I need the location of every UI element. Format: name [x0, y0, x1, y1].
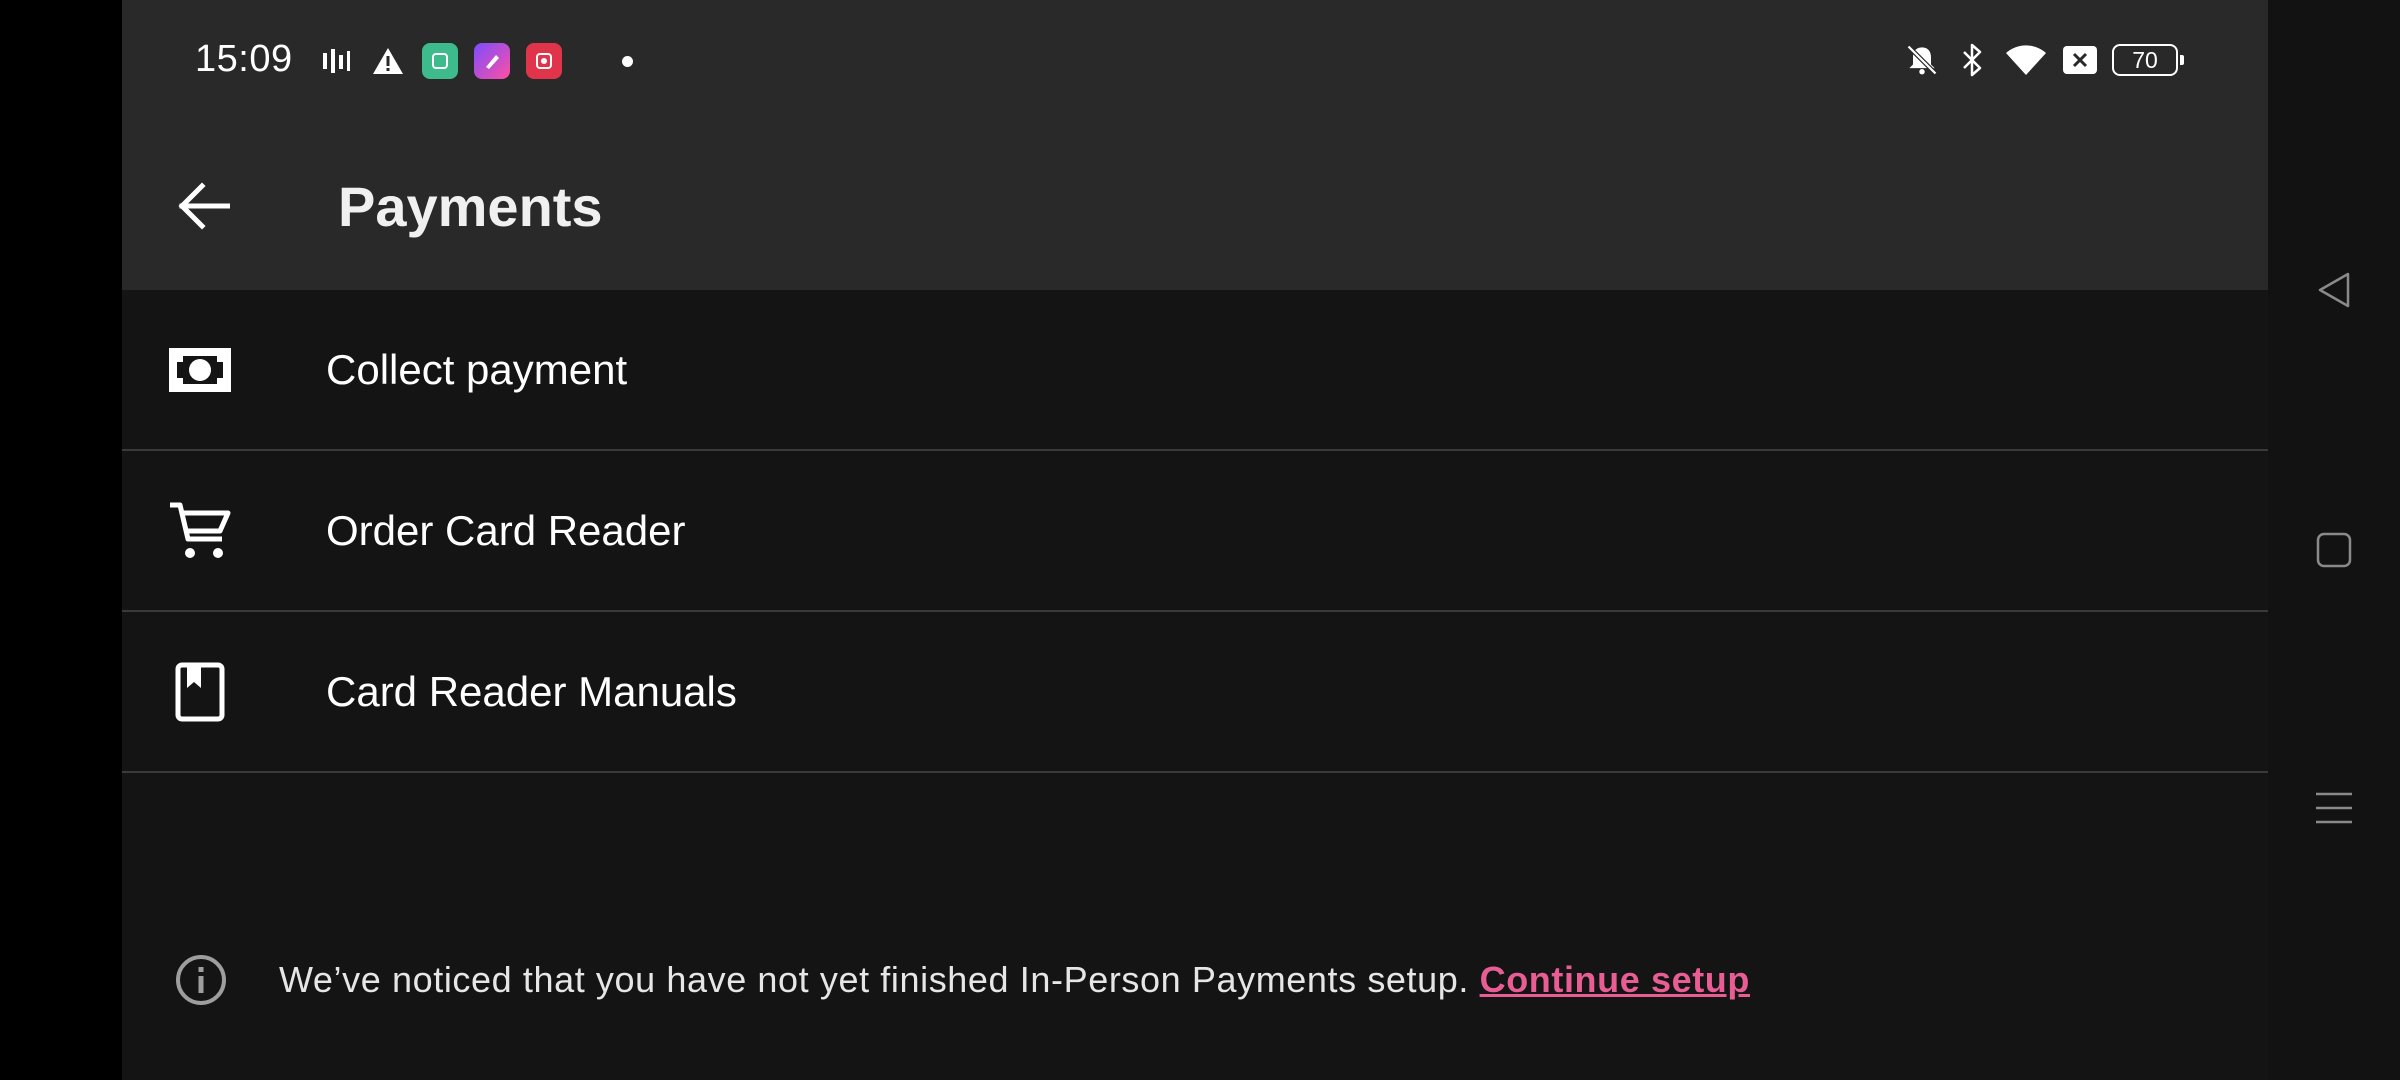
cash-icon [168, 338, 232, 402]
nav-home-button[interactable] [2304, 520, 2364, 580]
arrow-left-icon [178, 182, 230, 230]
status-right-icons: 70 [1904, 40, 2184, 80]
warning-icon [370, 43, 406, 79]
notice-text: We’ve noticed that you have not yet fini… [279, 959, 1750, 1001]
menu-item-label: Card Reader Manuals [326, 667, 737, 715]
battery-indicator: 70 [2112, 44, 2184, 76]
menu-recents-icon [2316, 792, 2352, 824]
info-icon [174, 953, 228, 1007]
nav-back-button[interactable] [2304, 260, 2364, 320]
status-left-icons [318, 43, 633, 79]
left-black-bar [0, 0, 122, 1080]
bluetooth-icon [1954, 42, 1990, 78]
cart-icon [168, 499, 232, 563]
menu-item-label: Collect payment [326, 345, 628, 393]
more-notifications-dot [622, 55, 633, 67]
toolbar: Payments [122, 122, 2268, 290]
app-notification-icon [474, 43, 510, 79]
back-button[interactable] [174, 176, 234, 236]
continue-setup-link[interactable]: Continue setup [1480, 959, 1750, 1000]
triangle-back-icon [2318, 272, 2350, 308]
status-bar: 15:09 70 [122, 0, 2268, 122]
page-title: Payments [338, 175, 603, 238]
setup-notice: We’ve noticed that you have not yet fini… [122, 945, 2268, 1015]
nav-recents-button[interactable] [2304, 778, 2364, 838]
app-notification-icon [422, 43, 458, 79]
app-notification-icon [526, 43, 562, 79]
square-home-icon [2316, 532, 2352, 568]
menu-item-order-card-reader[interactable]: Order Card Reader [122, 451, 2268, 612]
mute-icon [1904, 42, 1940, 78]
activity-icon [318, 43, 354, 79]
menu-item-card-reader-manuals[interactable]: Card Reader Manuals [122, 612, 2268, 773]
menu-item-label: Order Card Reader [326, 506, 686, 554]
wifi-icon [2004, 42, 2048, 78]
app-screen: 15:09 70 Payments Collect payment Order … [122, 0, 2268, 1080]
payments-menu-list: Collect payment Order Card Reader Card R… [122, 290, 2268, 773]
status-time: 15:09 [195, 38, 293, 80]
notice-message: We’ve noticed that you have not yet fini… [279, 959, 1480, 1000]
system-navigation-bar [2268, 0, 2400, 1080]
menu-item-collect-payment[interactable]: Collect payment [122, 290, 2268, 451]
book-icon [168, 660, 232, 724]
sim-off-icon [2062, 42, 2098, 78]
